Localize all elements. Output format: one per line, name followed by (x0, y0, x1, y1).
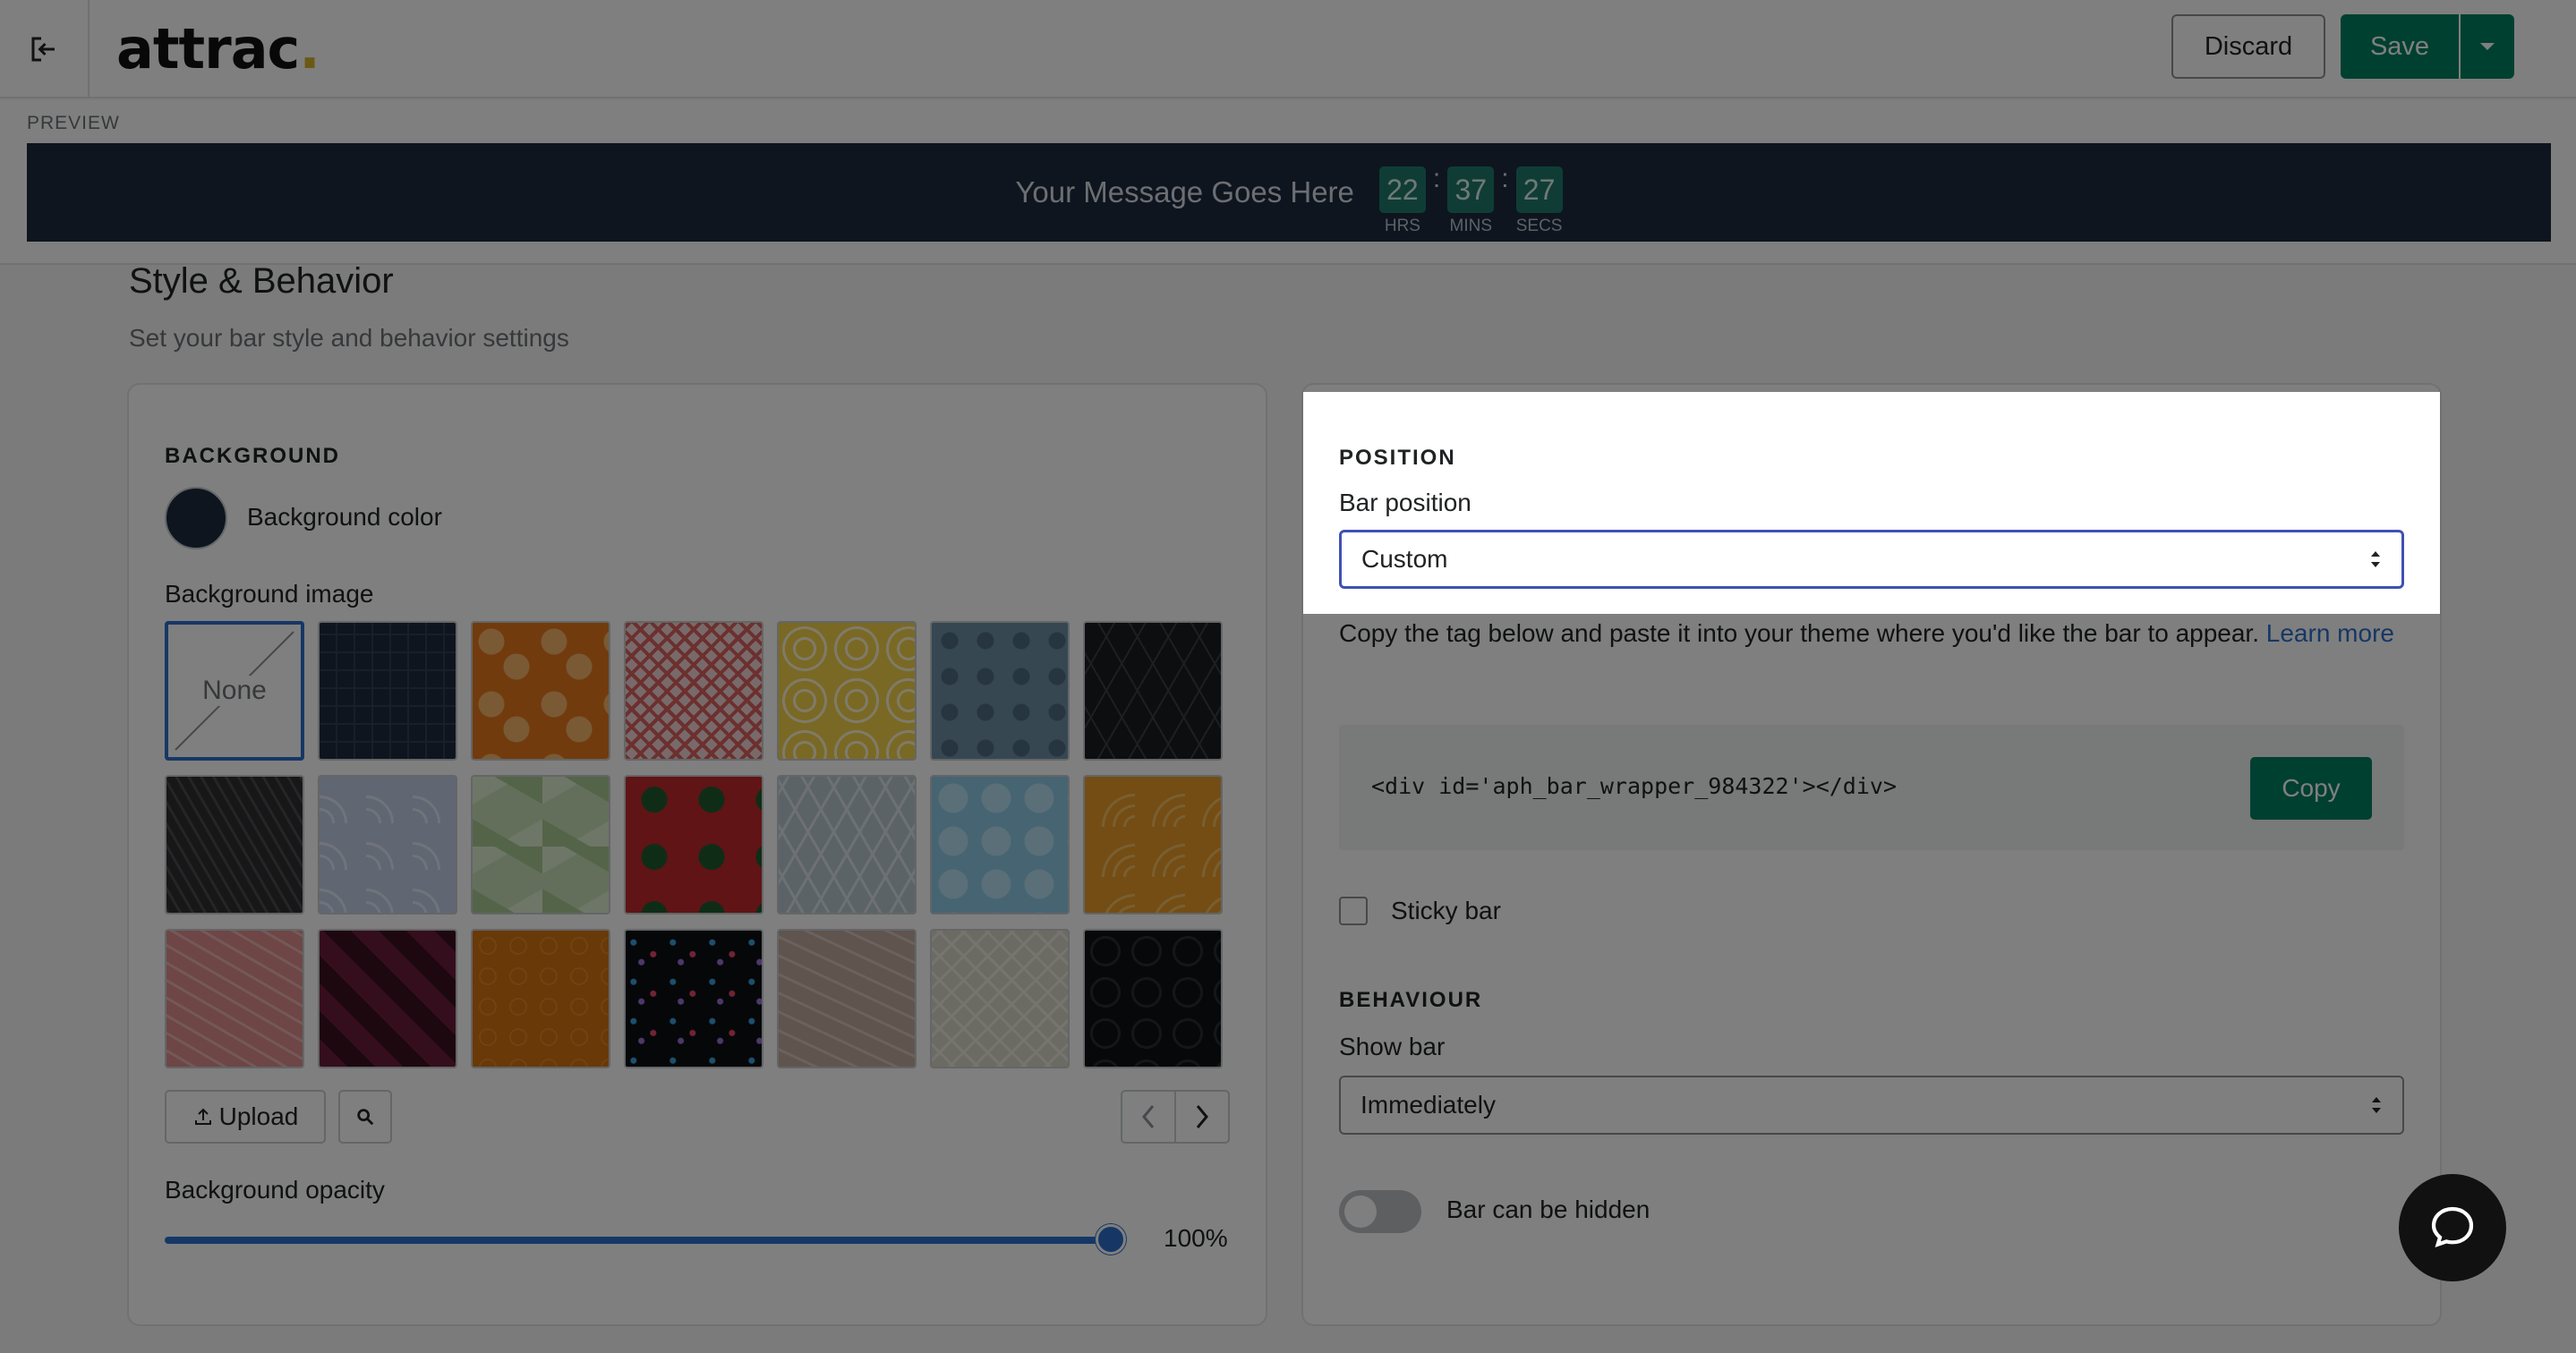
timer-hours: 22 HRS (1378, 166, 1426, 236)
chevron-down-icon (2480, 43, 2495, 50)
preview-bar: Your Message Goes Here 22 HRS : 37 MINS … (27, 143, 2551, 242)
opacity-slider-thumb[interactable] (1096, 1224, 1126, 1255)
bar-position-select[interactable]: Custom (1339, 530, 2404, 589)
section-title: Style & Behavior (129, 261, 394, 301)
top-bar: attrac. Discard Save (0, 0, 2576, 98)
exit-button[interactable] (0, 0, 90, 98)
sticky-bar-label: Sticky bar (1391, 897, 1501, 924)
preview-message: Your Message Goes Here (1015, 175, 1354, 208)
save-menu-button[interactable] (2461, 14, 2514, 79)
next-page-button[interactable] (1176, 1092, 1228, 1142)
background-tile-none[interactable]: None (165, 621, 304, 761)
sticky-bar-checkbox[interactable] (1339, 897, 1368, 925)
timer-seconds: 27 SECS (1515, 166, 1563, 236)
show-bar-value: Immediately (1361, 1091, 1496, 1119)
opacity-slider-track[interactable] (165, 1237, 1113, 1244)
search-images-button[interactable] (338, 1090, 392, 1144)
background-tile[interactable] (624, 621, 763, 761)
background-tile[interactable] (165, 775, 304, 915)
bar-can-be-hidden-toggle[interactable] (1339, 1190, 1421, 1233)
bar-position-label: Bar position (1339, 489, 1471, 516)
background-image-label: Background image (165, 580, 374, 608)
background-image-grid: None (165, 621, 1223, 1068)
timer-separator: : (1432, 164, 1441, 193)
background-heading: BACKGROUND (165, 444, 340, 468)
discard-button[interactable]: Discard (2171, 14, 2325, 79)
copy-instructions-text: Copy the tag below and paste it into you… (1339, 619, 2259, 647)
background-tile[interactable] (471, 929, 610, 1068)
chevron-right-icon (1196, 1105, 1208, 1128)
app-logo: attrac. (116, 16, 320, 81)
show-bar-label: Show bar (1339, 1033, 1446, 1060)
previous-page-button[interactable] (1122, 1092, 1176, 1142)
background-tile[interactable] (318, 621, 457, 761)
background-tile[interactable] (471, 621, 610, 761)
background-opacity-label: Background opacity (165, 1176, 385, 1204)
background-tile[interactable] (777, 929, 917, 1068)
preview-area: PREVIEW Your Message Goes Here 22 HRS : … (0, 100, 2576, 265)
timer-minutes-label: MINS (1449, 217, 1493, 235)
background-tile[interactable] (318, 929, 457, 1068)
select-arrows-icon (2371, 551, 2380, 567)
timer-hours-value: 22 (1378, 166, 1426, 213)
upload-button[interactable]: Upload (165, 1090, 326, 1144)
bar-position-value: Custom (1361, 545, 1448, 573)
copy-button[interactable]: Copy (2250, 757, 2372, 820)
timer-minutes-value: 37 (1447, 166, 1495, 213)
background-color-label: Background color (247, 503, 442, 531)
background-color-swatch[interactable] (165, 487, 227, 549)
background-tile[interactable] (930, 621, 1070, 761)
timer-minutes: 37 MINS (1447, 166, 1495, 236)
background-card: BACKGROUND Background color Background i… (129, 385, 1266, 1324)
background-tile[interactable] (930, 775, 1070, 915)
background-tile[interactable] (1083, 775, 1223, 915)
chevron-left-icon (1142, 1105, 1155, 1128)
background-tile[interactable] (624, 929, 763, 1068)
exit-icon (31, 37, 55, 62)
background-tile[interactable] (930, 929, 1070, 1068)
background-tile-none-label: None (199, 676, 270, 706)
save-button[interactable]: Save (2341, 14, 2459, 79)
timer-seconds-value: 27 (1515, 166, 1563, 213)
upload-button-label: Upload (218, 1102, 299, 1130)
timer-separator: : (1501, 164, 1509, 193)
section-subtitle: Set your bar style and behavior settings (129, 324, 569, 352)
background-tile[interactable] (777, 621, 917, 761)
background-tile[interactable] (1083, 621, 1223, 761)
opacity-value: 100% (1164, 1224, 1228, 1252)
search-icon (357, 1109, 374, 1126)
background-tile[interactable] (318, 775, 457, 915)
show-bar-select[interactable]: Immediately (1339, 1076, 2404, 1135)
background-tile[interactable] (1083, 929, 1223, 1068)
background-tile[interactable] (471, 775, 610, 915)
timer-seconds-label: SECS (1515, 217, 1563, 235)
position-heading: POSITION (1339, 446, 1456, 470)
position-spotlight: POSITION Bar position Custom (1303, 392, 2440, 614)
bar-can-be-hidden-label: Bar can be hidden (1446, 1196, 1651, 1223)
chat-icon (2431, 1206, 2474, 1247)
timer-hours-label: HRS (1384, 217, 1420, 235)
code-box: <div id='aph_bar_wrapper_984322'></div> … (1339, 725, 2404, 850)
copy-instructions: Copy the tag below and paste it into you… (1339, 616, 2404, 651)
background-tile[interactable] (777, 775, 917, 915)
chat-button[interactable] (2399, 1174, 2506, 1281)
preview-label: PREVIEW (27, 113, 120, 133)
learn-more-link[interactable]: Learn more (2266, 619, 2394, 647)
toggle-knob (1344, 1196, 1377, 1228)
behaviour-heading: BEHAVIOUR (1339, 988, 1483, 1012)
select-arrows-icon (2372, 1097, 2381, 1113)
background-tile[interactable] (624, 775, 763, 915)
upload-icon (194, 1108, 211, 1125)
embed-code: <div id='aph_bar_wrapper_984322'></div> (1371, 773, 1897, 799)
background-tile[interactable] (165, 929, 304, 1068)
image-pager (1121, 1090, 1230, 1144)
